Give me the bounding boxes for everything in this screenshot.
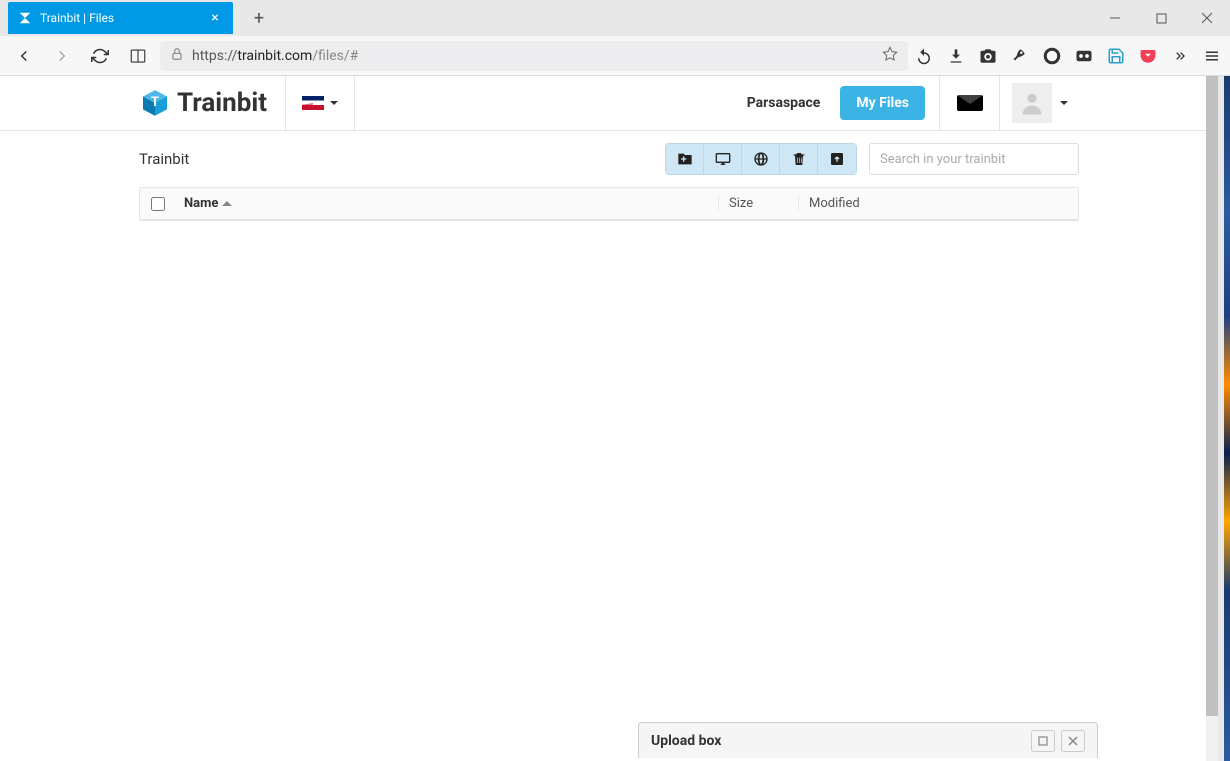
ext-pocket-icon[interactable] [1138, 46, 1158, 66]
address-bar: https://trainbit.com/files/# [0, 36, 1230, 76]
new-folder-button[interactable] [666, 144, 704, 174]
lock-icon [170, 47, 184, 65]
new-tab-button[interactable]: + [245, 4, 273, 32]
page-scrollbar[interactable] [1206, 76, 1218, 761]
maximize-button[interactable] [1138, 2, 1184, 34]
column-modified[interactable]: Modified [798, 196, 1078, 211]
mail-icon [957, 95, 983, 111]
upload-box-title: Upload box [651, 733, 721, 749]
ext-rocket-icon[interactable] [1010, 46, 1030, 66]
ext-download-icon[interactable] [946, 46, 966, 66]
url-scheme: https:// [192, 48, 237, 64]
ext-grid-icon[interactable] [1074, 46, 1094, 66]
back-button[interactable] [8, 40, 40, 72]
column-size[interactable]: Size [718, 196, 798, 211]
desktop-edge [1224, 76, 1230, 761]
flag-uk-icon [302, 96, 324, 110]
url-text: https://trainbit.com/files/# [192, 48, 874, 64]
my-files-button[interactable]: My Files [840, 86, 925, 120]
tab-title: Trainbit | Files [40, 11, 207, 25]
browser-tab[interactable]: Trainbit | Files × [8, 2, 233, 34]
upload-box-close[interactable] [1061, 730, 1085, 752]
ext-camera-icon[interactable] [978, 46, 998, 66]
svg-text:T: T [151, 95, 159, 110]
toolbar: Trainbit [139, 131, 1079, 187]
tab-bar: Trainbit | Files × + [0, 0, 1230, 36]
extension-icons [914, 46, 1222, 66]
page-content: T Trainbit Parsaspace My Files Tra [0, 76, 1230, 761]
column-name-label: Name [184, 196, 218, 211]
scrollbar-thumb[interactable] [1206, 76, 1218, 716]
reader-view-button[interactable] [122, 40, 154, 72]
file-table: Name Size Modified [139, 187, 1079, 221]
web-button[interactable] [742, 144, 780, 174]
language-selector[interactable] [285, 76, 355, 131]
chevron-down-icon [330, 101, 338, 105]
forward-button[interactable] [46, 40, 78, 72]
column-name[interactable]: Name [176, 196, 718, 211]
avatar-icon [1012, 83, 1052, 123]
tab-close-icon[interactable]: × [207, 10, 223, 26]
upload-button[interactable] [818, 144, 856, 174]
ext-more-icon[interactable] [1170, 46, 1190, 66]
logo-text: Trainbit [177, 88, 267, 118]
upload-box-panel: Upload box [638, 722, 1098, 758]
ext-save-icon[interactable] [1106, 46, 1126, 66]
window-controls [1092, 2, 1230, 34]
chevron-down-icon [1060, 101, 1068, 105]
bookmark-star-icon[interactable] [882, 46, 898, 66]
hamburger-menu-icon[interactable] [1202, 46, 1222, 66]
browser-chrome: Trainbit | Files × + [0, 0, 1230, 76]
logo-icon: T [139, 87, 171, 119]
url-host: trainbit.com [237, 48, 312, 64]
close-window-button[interactable] [1184, 2, 1230, 34]
table-header: Name Size Modified [140, 188, 1078, 220]
reload-button[interactable] [84, 40, 116, 72]
upload-box-maximize[interactable] [1031, 730, 1055, 752]
action-button-group [665, 143, 857, 175]
select-all-checkbox[interactable] [151, 197, 165, 211]
minimize-button[interactable] [1092, 2, 1138, 34]
search-input[interactable] [869, 143, 1079, 175]
tab-favicon-icon [18, 11, 32, 25]
trash-button[interactable] [780, 144, 818, 174]
url-path: /files/# [312, 48, 358, 64]
user-menu[interactable] [999, 76, 1079, 131]
ext-undo-icon[interactable] [914, 46, 934, 66]
select-all-cell [140, 197, 176, 211]
sort-asc-icon [222, 201, 232, 206]
parsaspace-link[interactable]: Parsaspace [727, 95, 841, 111]
desktop-button[interactable] [704, 144, 742, 174]
breadcrumb[interactable]: Trainbit [139, 150, 189, 168]
url-input[interactable]: https://trainbit.com/files/# [160, 41, 908, 71]
ext-circle-icon[interactable] [1042, 46, 1062, 66]
messages-button[interactable] [939, 76, 999, 131]
logo[interactable]: T Trainbit [139, 87, 285, 119]
site-header: T Trainbit Parsaspace My Files [0, 76, 1218, 131]
